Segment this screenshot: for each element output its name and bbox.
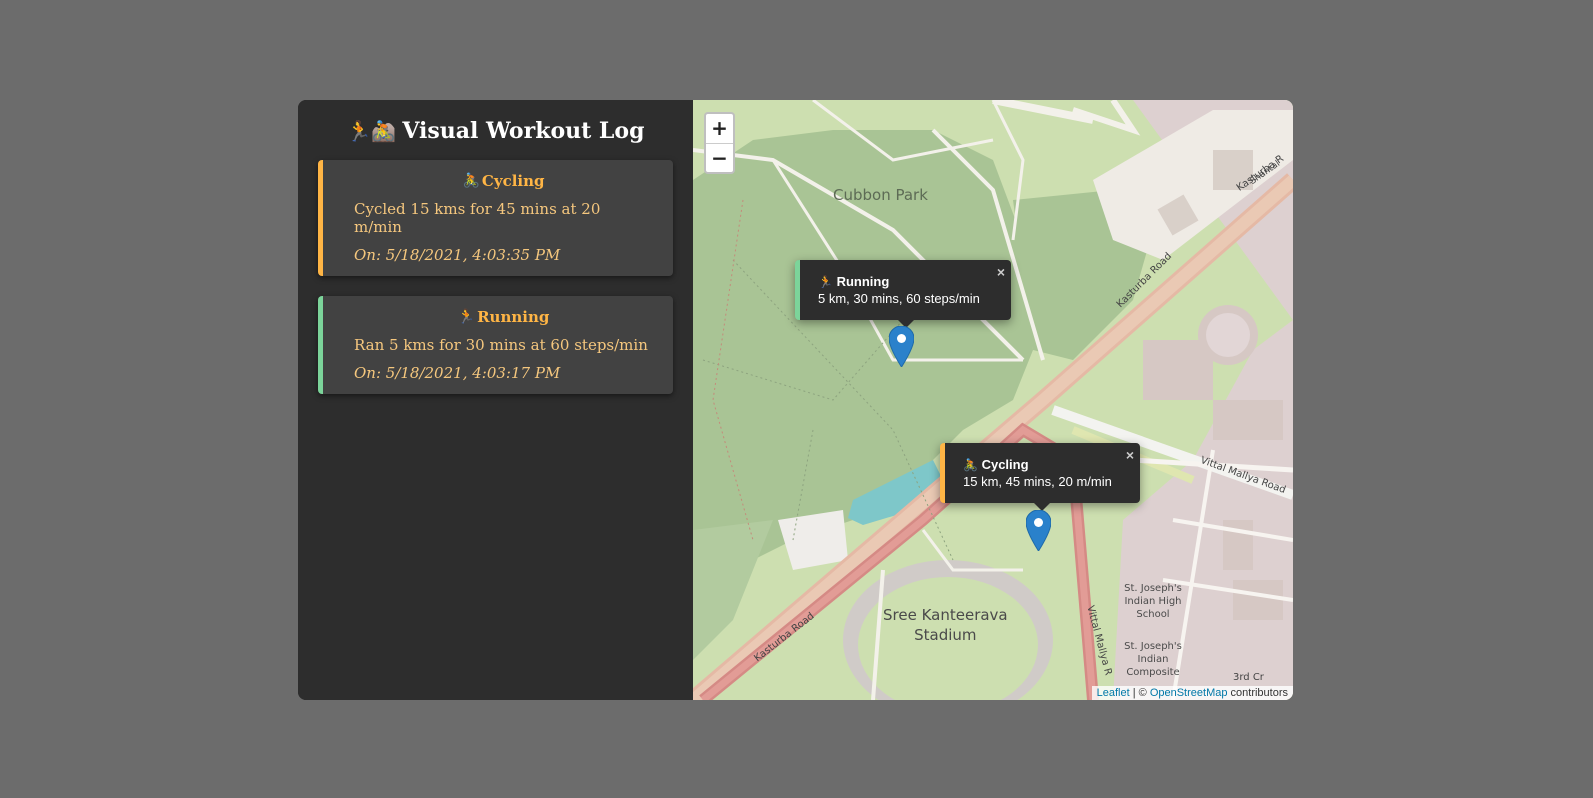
- workout-app: 🏃🚵 Visual Workout Log 🚴 Cycling Cycled 1…: [298, 100, 1293, 700]
- workout-description: Cycled 15 kms for 45 mins at 20 m/min: [354, 200, 601, 236]
- attribution-separator: | ©: [1129, 687, 1150, 699]
- workout-date: On: 5/18/2021, 4:03:35 PM: [354, 246, 561, 264]
- popup-close-button[interactable]: ×: [1126, 447, 1134, 463]
- popup-close-button[interactable]: ×: [997, 264, 1005, 280]
- attribution-contributors: contributors: [1227, 687, 1288, 699]
- popup-title: 🏃 Running: [818, 274, 983, 289]
- workout-title: 🚴 Cycling: [354, 172, 653, 190]
- runner-icon: 🏃: [818, 275, 833, 289]
- map-marker-cycling[interactable]: [1026, 510, 1051, 551]
- workout-title: 🏃 Running: [354, 308, 653, 326]
- map-marker-running[interactable]: [889, 326, 914, 367]
- popup-title-text: Cycling: [981, 457, 1029, 472]
- workout-description: Ran 5 kms for 30 mins at 60 steps/min: [354, 336, 648, 354]
- map-label-third-cross: 3rd Cr: [1233, 672, 1264, 683]
- app-title-text: Visual Workout Log: [402, 118, 645, 144]
- leaflet-link[interactable]: Leaflet: [1097, 687, 1130, 699]
- zoom-out-button[interactable]: −: [706, 143, 733, 172]
- popup-text: 15 km, 45 mins, 20 m/min: [963, 474, 1112, 489]
- map-label-school1: St. Joseph's Indian High School: [1124, 583, 1182, 620]
- map-label-stadium-line1: Sree Kanteerava: [883, 606, 1008, 624]
- map-label-stadium-line2: Stadium: [914, 626, 977, 644]
- popup-title-text: Running: [836, 274, 890, 289]
- zoom-in-button[interactable]: +: [706, 114, 733, 143]
- cyclist-icon: 🚴: [963, 458, 978, 472]
- popup-text: 5 km, 30 mins, 60 steps/min: [818, 291, 980, 306]
- runner-icon: 🏃: [457, 309, 476, 325]
- osm-link[interactable]: OpenStreetMap: [1150, 687, 1228, 699]
- map-label-park: Cubbon Park: [833, 186, 928, 204]
- map[interactable]: Cubbon Park Sree Kanteerava Stadium St. …: [693, 100, 1293, 700]
- map-attribution: Leaflet | © OpenStreetMap contributors: [1091, 686, 1293, 700]
- workout-date: On: 5/18/2021, 4:03:17 PM: [354, 364, 561, 382]
- workout-item-cycling[interactable]: 🚴 Cycling Cycled 15 kms for 45 mins at 2…: [318, 160, 673, 276]
- app-title: 🏃🚵 Visual Workout Log: [318, 118, 673, 144]
- runner-cyclist-icon: 🏃🚵: [346, 119, 397, 143]
- map-label-stadium: Sree Kanteerava Stadium: [883, 605, 1008, 645]
- popup-running: × 🏃 Running 5 km, 30 mins, 60 steps/min: [795, 260, 1011, 328]
- cyclist-icon: 🚴: [462, 173, 480, 189]
- workout-title-text: Running: [477, 308, 550, 326]
- map-label-school2: St. Joseph's Indian Composite: [1124, 641, 1182, 678]
- popup-title: 🚴 Cycling: [963, 457, 1112, 472]
- popup-cycling: × 🚴 Cycling 15 km, 45 mins, 20 m/min: [940, 443, 1140, 511]
- sidebar: 🏃🚵 Visual Workout Log 🚴 Cycling Cycled 1…: [298, 100, 693, 700]
- zoom-control: + −: [704, 112, 735, 174]
- workout-item-running[interactable]: 🏃 Running Ran 5 kms for 30 mins at 60 st…: [318, 296, 673, 394]
- workout-title-text: Cycling: [481, 172, 545, 190]
